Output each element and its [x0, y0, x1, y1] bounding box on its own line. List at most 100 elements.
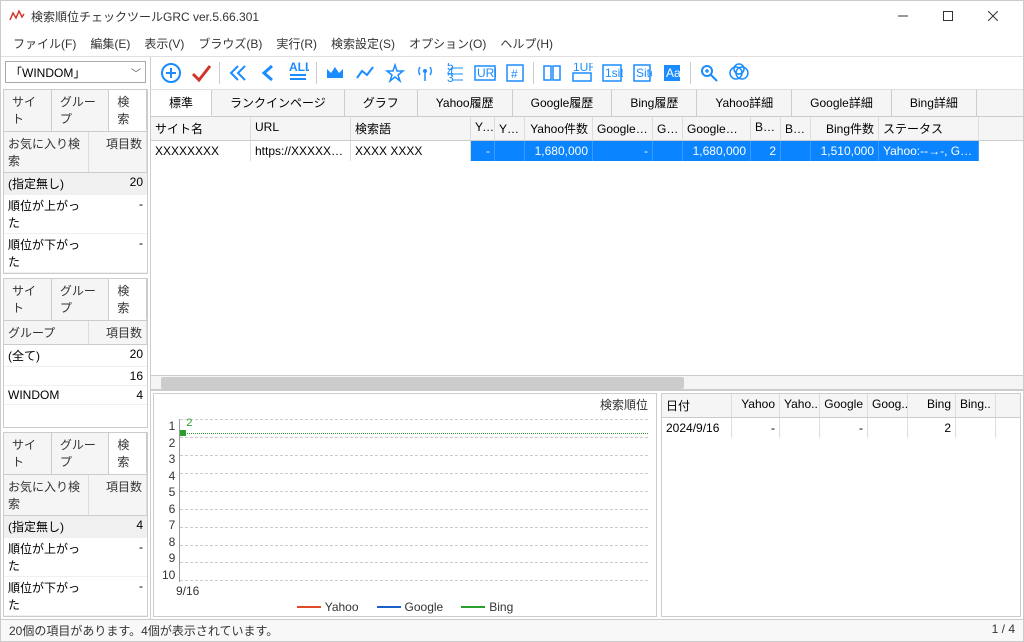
- minimize-button[interactable]: [880, 2, 925, 30]
- tab-search[interactable]: 検索: [109, 279, 147, 320]
- col-yahoo[interactable]: Yahoo: [732, 394, 780, 417]
- tab-search[interactable]: 検索: [109, 433, 147, 474]
- col-site[interactable]: サイト名: [151, 117, 251, 140]
- svg-text:#: #: [511, 67, 518, 81]
- chart-xaxis: 9/16: [154, 584, 656, 598]
- layout-icon[interactable]: [540, 61, 564, 85]
- horizontal-scrollbar[interactable]: [151, 375, 1023, 389]
- status-right: 1 / 4: [992, 622, 1015, 639]
- menu-help[interactable]: ヘルプ(H): [494, 33, 559, 54]
- oneurl-icon[interactable]: 1URL: [570, 61, 594, 85]
- rank-icon[interactable]: 543: [443, 61, 467, 85]
- menu-search-settings[interactable]: 検索設定(S): [325, 33, 401, 54]
- aa-icon[interactable]: Aa: [660, 61, 684, 85]
- col-fav[interactable]: お気に入り検索: [4, 132, 89, 172]
- tab-google-detail[interactable]: Google詳細: [792, 90, 892, 116]
- site-box-icon[interactable]: Site: [630, 61, 654, 85]
- list-item[interactable]: (指定無し)20: [4, 173, 147, 195]
- list-item[interactable]: 順位が上がった-: [4, 195, 147, 234]
- tab-graph[interactable]: グラフ: [345, 90, 418, 116]
- col-google-d[interactable]: Goog..: [868, 394, 908, 417]
- tab-search[interactable]: 検索: [109, 90, 147, 131]
- col-yahoo-d[interactable]: Yaho..: [780, 394, 820, 417]
- col-google[interactable]: Google: [820, 394, 868, 417]
- onesite-icon[interactable]: 1site: [600, 61, 624, 85]
- menu-run[interactable]: 実行(R): [270, 33, 323, 54]
- col-ycount[interactable]: Yahoo件数: [525, 117, 593, 140]
- zoom-icon[interactable]: [697, 61, 721, 85]
- antenna-icon[interactable]: [413, 61, 437, 85]
- tab-group[interactable]: グループ: [52, 433, 110, 474]
- tab-yahoo-detail[interactable]: Yahoo詳細: [697, 90, 792, 116]
- tab-site[interactable]: サイト: [4, 433, 52, 474]
- maximize-button[interactable]: [925, 2, 970, 30]
- col-date[interactable]: 日付: [662, 394, 732, 417]
- result-grid: サイト名 URL 検索語 Ya.. Y変.. Yahoo件数 Google順位 …: [151, 117, 1023, 375]
- col-count[interactable]: 項目数: [89, 475, 147, 515]
- col-gcount[interactable]: Google件数: [683, 117, 751, 140]
- tab-bing-hist[interactable]: Bing履歴: [612, 90, 697, 116]
- menu-edit[interactable]: 編集(E): [84, 33, 136, 54]
- site-combo[interactable]: 「WINDOM」 ﹀: [5, 61, 146, 83]
- status-left: 20個の項目があります。4個が表示されています。: [9, 622, 278, 639]
- list-item[interactable]: (指定無し)4: [4, 516, 147, 538]
- status-bar: 20個の項目があります。4個が表示されています。 1 / 4: [1, 619, 1023, 641]
- url-icon[interactable]: URL: [473, 61, 497, 85]
- tab-yahoo-hist[interactable]: Yahoo履歴: [418, 90, 513, 116]
- all-list-icon[interactable]: ALL: [286, 61, 310, 85]
- tab-standard[interactable]: 標準: [151, 90, 212, 116]
- tab-google-hist[interactable]: Google履歴: [513, 90, 613, 116]
- col-bing[interactable]: Bin..: [751, 117, 781, 140]
- col-fav[interactable]: お気に入り検索: [4, 475, 89, 515]
- col-google[interactable]: Google順位: [593, 117, 653, 140]
- venn-icon[interactable]: [727, 61, 751, 85]
- tab-bing-detail[interactable]: Bing詳細: [892, 90, 977, 116]
- tab-site[interactable]: サイト: [4, 279, 52, 320]
- rewind-icon[interactable]: [226, 61, 250, 85]
- list-item[interactable]: (全て)20: [4, 345, 147, 367]
- svg-text:3: 3: [447, 71, 454, 83]
- menu-view[interactable]: 表示(V): [138, 33, 190, 54]
- menu-file[interactable]: ファイル(F): [7, 33, 82, 54]
- list-item[interactable]: WINDOM4: [4, 386, 147, 405]
- tab-group[interactable]: グループ: [52, 279, 110, 320]
- col-ydelta[interactable]: Y変..: [495, 117, 525, 140]
- close-button[interactable]: [970, 2, 1015, 30]
- col-bdelta[interactable]: B変..: [781, 117, 811, 140]
- tab-group[interactable]: グループ: [52, 90, 110, 131]
- trend-icon[interactable]: [353, 61, 377, 85]
- menu-options[interactable]: オプション(O): [403, 33, 492, 54]
- menu-browse[interactable]: ブラウズ(B): [192, 33, 268, 54]
- col-bing[interactable]: Bing: [908, 394, 956, 417]
- chevron-down-icon: ﹀: [131, 65, 141, 80]
- add-icon[interactable]: [159, 61, 183, 85]
- col-status[interactable]: ステータス: [879, 117, 979, 140]
- favorites-panel-1: サイト グループ 検索 お気に入り検索 項目数 (指定無し)20 順位が上がった…: [3, 89, 148, 274]
- table-row[interactable]: XXXXXXXX https://XXXXX.XX XXXX XXXX - 1,…: [151, 141, 1023, 161]
- svg-text:1site: 1site: [605, 66, 623, 80]
- col-count[interactable]: 項目数: [89, 132, 147, 172]
- rank-chart: 検索順位 12345678910 2 9/16 Yahoo Google: [153, 393, 657, 617]
- col-gdelta[interactable]: G変..: [653, 117, 683, 140]
- list-item[interactable]: 16: [4, 367, 147, 386]
- back-icon[interactable]: [256, 61, 280, 85]
- table-row[interactable]: 2024/9/16 - - 2: [662, 418, 1020, 438]
- star-icon[interactable]: [383, 61, 407, 85]
- hash-icon[interactable]: #: [503, 61, 527, 85]
- crown-icon[interactable]: [323, 61, 347, 85]
- check-icon[interactable]: [189, 61, 213, 85]
- col-keyword[interactable]: 検索語: [351, 117, 471, 140]
- col-count[interactable]: 項目数: [89, 321, 147, 344]
- list-item[interactable]: 順位が下がった-: [4, 234, 147, 273]
- col-url[interactable]: URL: [251, 117, 351, 140]
- col-yahoo[interactable]: Ya..: [471, 117, 495, 140]
- col-bing-d[interactable]: Bing..: [956, 394, 996, 417]
- site-combo-value: 「WINDOM」: [10, 64, 85, 81]
- list-item[interactable]: 順位が下がった-: [4, 577, 147, 616]
- col-bcount[interactable]: Bing件数: [811, 117, 879, 140]
- tab-rankin[interactable]: ランクインページ: [212, 90, 345, 116]
- col-group[interactable]: グループ: [4, 321, 89, 344]
- chart-plot: 2: [179, 419, 648, 582]
- list-item[interactable]: 順位が上がった-: [4, 538, 147, 577]
- tab-site[interactable]: サイト: [4, 90, 52, 131]
